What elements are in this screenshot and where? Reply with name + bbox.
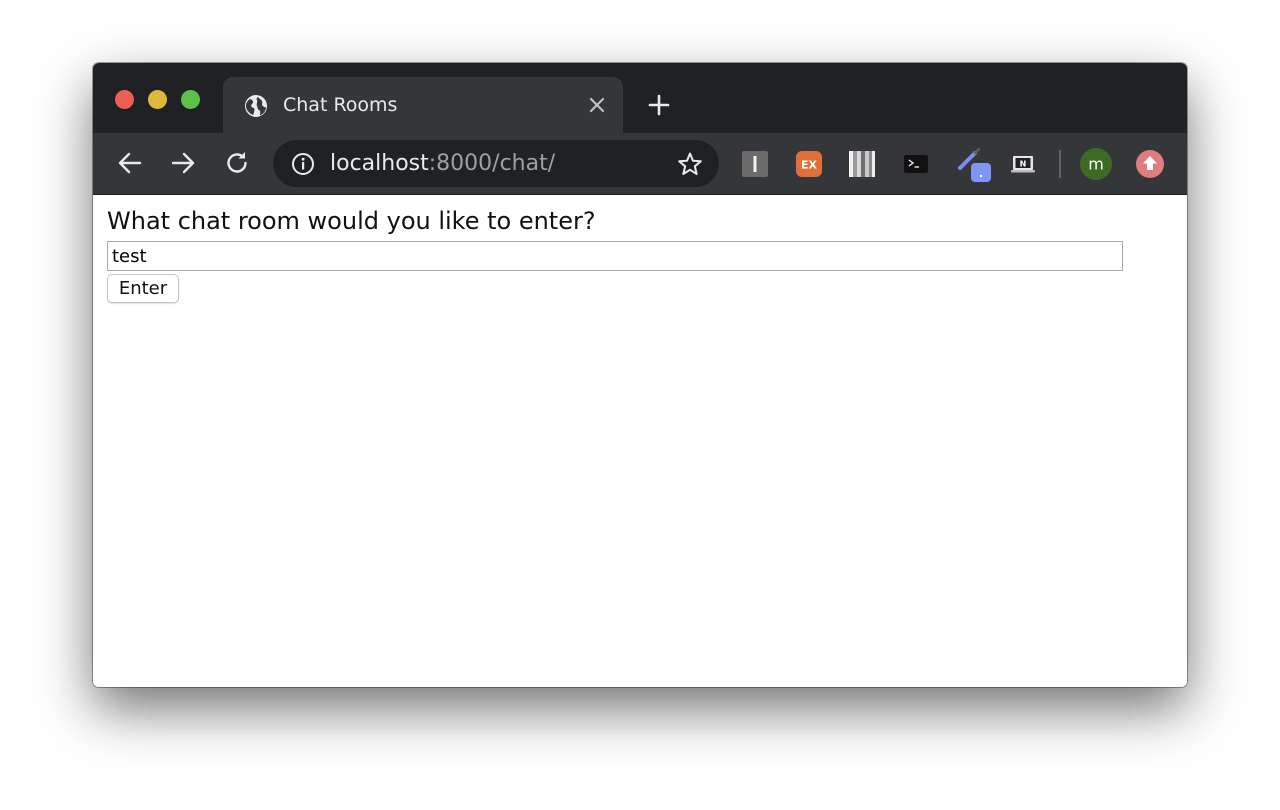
- enter-button[interactable]: Enter: [107, 274, 179, 303]
- close-window-button[interactable]: [115, 90, 134, 109]
- minimize-window-button[interactable]: [148, 90, 167, 109]
- svg-text:EX: EX: [801, 159, 818, 172]
- instapaper-extension-icon[interactable]: [741, 150, 769, 178]
- url-host: localhost: [330, 151, 429, 176]
- reload-icon[interactable]: [223, 149, 251, 177]
- browser-toolbar: localhost:8000/chat/ EX N m: [93, 133, 1187, 195]
- update-arrow-icon[interactable]: [1135, 149, 1165, 179]
- pen-extension-icon[interactable]: [955, 146, 993, 184]
- zoom-window-button[interactable]: [181, 90, 200, 109]
- address-bar[interactable]: localhost:8000/chat/: [273, 140, 719, 187]
- forward-arrow-icon[interactable]: [169, 149, 197, 177]
- barcode-extension-icon[interactable]: [848, 150, 876, 178]
- browser-window: Chat Rooms localhost:8000/chat/ EX N m W…: [93, 63, 1187, 687]
- new-tab-button[interactable]: [647, 93, 671, 117]
- profile-initial: m: [1088, 155, 1104, 174]
- info-icon[interactable]: [291, 152, 315, 176]
- room-name-input[interactable]: [107, 241, 1123, 271]
- room-prompt: What chat room would you like to enter?: [107, 207, 596, 235]
- notion-extension-icon[interactable]: N: [1009, 150, 1037, 178]
- page-content: What chat room would you like to enter? …: [93, 195, 1187, 687]
- url-text[interactable]: localhost:8000/chat/: [330, 151, 555, 176]
- globe-icon: [245, 95, 267, 117]
- toolbar-divider: [1059, 150, 1061, 178]
- tab-chat-rooms[interactable]: Chat Rooms: [223, 77, 623, 133]
- profile-avatar[interactable]: m: [1079, 147, 1113, 181]
- close-tab-icon[interactable]: [587, 95, 607, 115]
- back-arrow-icon[interactable]: [116, 149, 144, 177]
- bookmark-star-icon[interactable]: [677, 151, 703, 177]
- title-bar: Chat Rooms: [93, 63, 1187, 133]
- ex-extension-icon[interactable]: EX: [795, 150, 823, 178]
- tab-title: Chat Rooms: [283, 94, 398, 116]
- url-path: :8000/chat/: [428, 151, 556, 176]
- svg-text:N: N: [1020, 160, 1027, 169]
- terminal-extension-icon[interactable]: [902, 150, 930, 178]
